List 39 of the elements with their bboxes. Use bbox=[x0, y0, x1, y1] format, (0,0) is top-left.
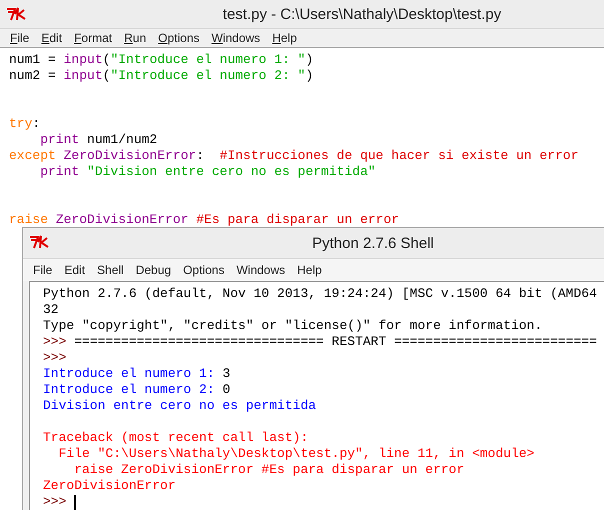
console-line: Traceback (most recent call last): bbox=[43, 430, 310, 446]
menu-item[interactable]: File bbox=[27, 263, 58, 277]
menu-item[interactable]: File bbox=[4, 31, 36, 45]
code-line: num1 = input("Introduce el numero 1: ") bbox=[9, 52, 314, 68]
text-cursor bbox=[74, 494, 76, 510]
console-line: ZeroDivisionError bbox=[43, 478, 177, 494]
menu-item[interactable]: Windows bbox=[206, 31, 266, 45]
menu-item[interactable]: Edit bbox=[58, 263, 92, 277]
menu-item[interactable]: Run bbox=[118, 31, 152, 45]
console-line: Type "copyright", "credits" or "license()" for more information. bbox=[43, 318, 544, 334]
menu-item[interactable]: Windows bbox=[230, 263, 292, 277]
window-title: test.py - C:\Users\Nathaly\Desktop\test.py bbox=[222, 6, 502, 22]
code-line: try: bbox=[9, 116, 42, 132]
console-prompt: >>> bbox=[43, 494, 68, 510]
menu-item[interactable]: Help bbox=[266, 31, 303, 45]
menu-item[interactable]: Edit bbox=[35, 31, 68, 45]
console-line: raise ZeroDivisionError #Es para disparar un error bbox=[73, 462, 466, 478]
console-line: Introduce el numero 2: 0 bbox=[43, 382, 232, 398]
menu-item[interactable]: Options bbox=[177, 263, 230, 277]
code-line: num2 = input("Introduce el numero 2: ") bbox=[9, 68, 314, 84]
feather-icon bbox=[29, 235, 49, 249]
console-line: File "C:\Users\Nathaly\Desktop\test.py", line 11, in <module> bbox=[58, 446, 536, 462]
window-title: Python 2.7.6 Shell bbox=[312, 234, 434, 252]
console-line: 32 bbox=[43, 302, 60, 318]
console-line: Python 2.7.6 (default, Nov 10 2013, 19:24:24) [MSC v.1500 64 bit (AMD64 bbox=[43, 286, 598, 302]
code-line: print num1/num2 bbox=[39, 132, 158, 148]
code-line: print "Division entre cero no es permitida" bbox=[39, 164, 377, 180]
code-line: except ZeroDivisionError: #Instrucciones de que hacer si existe un error bbox=[9, 148, 580, 164]
menu-item[interactable]: Debug bbox=[130, 263, 178, 277]
menu-item[interactable]: Format bbox=[68, 31, 118, 45]
menu-item[interactable]: Help bbox=[291, 263, 328, 277]
code-line: raise ZeroDivisionError #Es para disparar un error bbox=[9, 212, 400, 228]
console-line: Division entre cero no es permitida bbox=[43, 398, 318, 414]
menu-item[interactable]: Shell bbox=[91, 263, 130, 277]
menu-item[interactable]: Options bbox=[152, 31, 206, 45]
console-line: Introduce el numero 1: 3 bbox=[43, 366, 232, 382]
console-line: >>> ================================ RESTART ========================== bbox=[43, 334, 598, 350]
feather-icon bbox=[6, 7, 26, 21]
console-line: >>> bbox=[43, 350, 68, 366]
